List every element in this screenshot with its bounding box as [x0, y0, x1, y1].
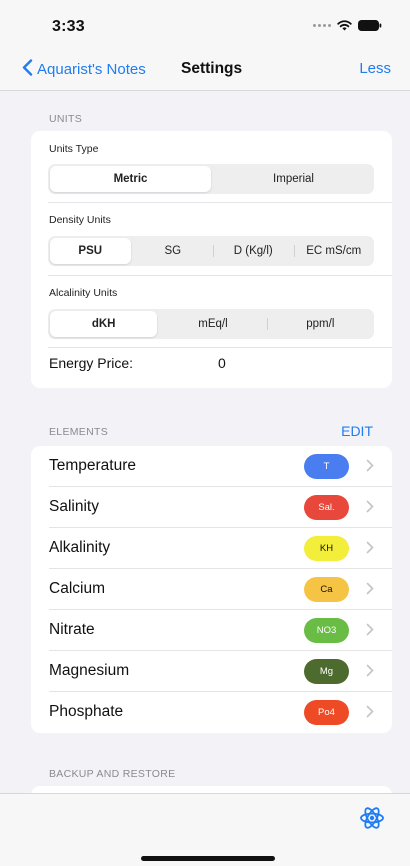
status-time: 3:33 [52, 18, 85, 35]
status-bar: 3:33 [0, 0, 410, 52]
element-name: Nitrate [49, 621, 95, 638]
element-badge: KH [304, 536, 349, 561]
segment-meq[interactable]: mEq/l [159, 311, 266, 337]
energy-price-label: Energy Price: [49, 355, 134, 371]
divider [48, 347, 392, 348]
element-row-calcium[interactable]: Calcium Ca [31, 569, 392, 610]
navigation-bar: Aquarist's Notes Settings Less [0, 52, 410, 91]
less-button[interactable]: Less [359, 60, 391, 77]
chevron-right-icon [366, 582, 374, 600]
chevron-right-icon [366, 541, 374, 559]
element-row-alkalinity[interactable]: Alkalinity KH [31, 528, 392, 569]
element-badge: Ca [304, 577, 349, 602]
alkalinity-units-segmented-control[interactable]: dKH mEq/l ppm/l [48, 309, 374, 339]
element-name: Magnesium [49, 662, 130, 679]
units-card: Units Type Metric Imperial Density Units… [31, 131, 392, 388]
edit-button[interactable]: EDIT [341, 423, 373, 439]
chevron-right-icon [366, 705, 374, 723]
energy-price-field[interactable]: 0 [218, 355, 226, 371]
segment-ec-mscm[interactable]: EC mS/cm [293, 238, 375, 264]
segment-psu[interactable]: PSU [50, 238, 131, 264]
back-button-label: Aquarist's Notes [37, 61, 146, 78]
element-badge: Mg [304, 659, 349, 684]
element-row-phosphate[interactable]: Phosphate Po4 [31, 692, 392, 733]
element-badge: Sal. [304, 495, 349, 520]
battery-icon [358, 20, 382, 31]
element-row-magnesium[interactable]: Magnesium Mg [31, 651, 392, 692]
element-name: Phosphate [49, 703, 124, 720]
element-name: Alkalinity [49, 539, 111, 556]
segment-metric[interactable]: Metric [50, 166, 211, 192]
segment-dkh[interactable]: dKH [50, 311, 158, 337]
segment-sg[interactable]: SG [133, 238, 214, 264]
segment-ppm[interactable]: ppm/l [266, 311, 374, 337]
atom-icon[interactable] [359, 805, 385, 836]
elements-card: Temperature T Salinity Sal. Alkalinity K… [31, 446, 392, 733]
chevron-right-icon [366, 459, 374, 477]
back-button[interactable]: Aquarist's Notes [22, 59, 146, 80]
divider [48, 275, 392, 276]
element-row-nitrate[interactable]: Nitrate NO3 [31, 610, 392, 651]
home-indicator [141, 856, 275, 861]
page-title: Settings [181, 60, 243, 77]
density-units-segmented-control[interactable]: PSU SG D (Kg/l) EC mS/cm [48, 236, 374, 266]
element-badge: Po4 [304, 700, 349, 725]
element-name: Salinity [49, 498, 99, 515]
element-name: Calcium [49, 580, 105, 597]
divider [48, 202, 392, 203]
element-name: Temperature [49, 457, 137, 474]
chevron-right-icon [366, 623, 374, 641]
segment-imperial[interactable]: Imperial [213, 166, 374, 192]
units-section-header: UNITS [49, 113, 82, 125]
alkalinity-units-label: Alcalinity Units [49, 287, 118, 299]
signal-icon [313, 24, 331, 27]
wifi-icon [337, 20, 352, 31]
element-badge: NO3 [304, 618, 349, 643]
units-type-label: Units Type [49, 143, 99, 155]
element-row-temperature[interactable]: Temperature T [31, 446, 392, 487]
status-icons [313, 20, 382, 31]
element-row-salinity[interactable]: Salinity Sal. [31, 487, 392, 528]
chevron-left-icon [22, 59, 33, 80]
element-badge: T [304, 454, 349, 479]
chevron-right-icon [366, 664, 374, 682]
density-units-label: Density Units [49, 214, 111, 226]
backup-section-header: BACKUP AND RESTORE [49, 768, 176, 780]
segment-d-kgl[interactable]: D (Kg/l) [213, 238, 294, 264]
chevron-right-icon [366, 500, 374, 518]
units-type-segmented-control[interactable]: Metric Imperial [48, 164, 374, 194]
elements-section-header: ELEMENTS [49, 426, 108, 438]
